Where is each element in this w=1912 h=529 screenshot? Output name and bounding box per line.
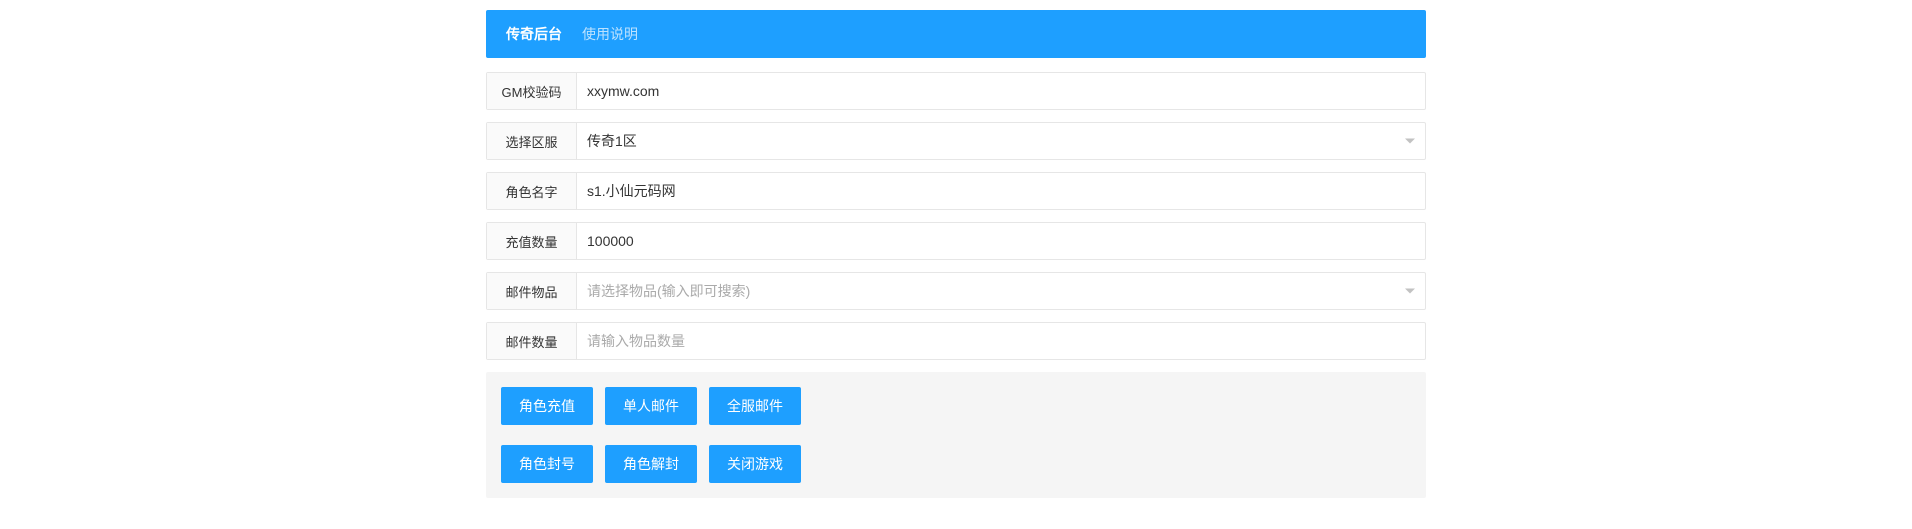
button-row-2: 角色封号 角色解封 关闭游戏 <box>501 445 1411 483</box>
chevron-down-icon <box>1405 289 1415 294</box>
mail-item-select[interactable]: 请选择物品(输入即可搜索) <box>577 273 1425 309</box>
chevron-down-icon <box>1405 139 1415 144</box>
recharge-amount-label: 充值数量 <box>487 223 577 259</box>
recharge-amount-input[interactable] <box>577 223 1425 259</box>
role-name-row: 角色名字 <box>486 172 1426 210</box>
gm-code-label: GM校验码 <box>487 73 577 109</box>
button-row-1: 角色充值 单人邮件 全服邮件 <box>501 387 1411 425</box>
header-title: 传奇后台 <box>506 24 562 44</box>
mail-item-row: 邮件物品 请选择物品(输入即可搜索) <box>486 272 1426 310</box>
role-ban-button[interactable]: 角色封号 <box>501 445 593 483</box>
server-label: 选择区服 <box>487 123 577 159</box>
server-select[interactable]: 传奇1区 <box>577 123 1425 159</box>
mail-item-label: 邮件物品 <box>487 273 577 309</box>
button-section: 角色充值 单人邮件 全服邮件 角色封号 角色解封 关闭游戏 <box>486 372 1426 498</box>
header: 传奇后台 使用说明 <box>486 10 1426 58</box>
mail-amount-row: 邮件数量 <box>486 322 1426 360</box>
role-name-label: 角色名字 <box>487 173 577 209</box>
header-usage-link[interactable]: 使用说明 <box>582 24 638 44</box>
role-name-input[interactable] <box>577 173 1425 209</box>
close-game-button[interactable]: 关闭游戏 <box>709 445 801 483</box>
mail-amount-label: 邮件数量 <box>487 323 577 359</box>
role-unban-button[interactable]: 角色解封 <box>605 445 697 483</box>
server-row: 选择区服 传奇1区 <box>486 122 1426 160</box>
role-recharge-button[interactable]: 角色充值 <box>501 387 593 425</box>
mail-amount-input[interactable] <box>577 323 1425 359</box>
single-mail-button[interactable]: 单人邮件 <box>605 387 697 425</box>
gm-code-row: GM校验码 <box>486 72 1426 110</box>
recharge-amount-row: 充值数量 <box>486 222 1426 260</box>
gm-code-input[interactable] <box>577 73 1425 109</box>
all-server-mail-button[interactable]: 全服邮件 <box>709 387 801 425</box>
